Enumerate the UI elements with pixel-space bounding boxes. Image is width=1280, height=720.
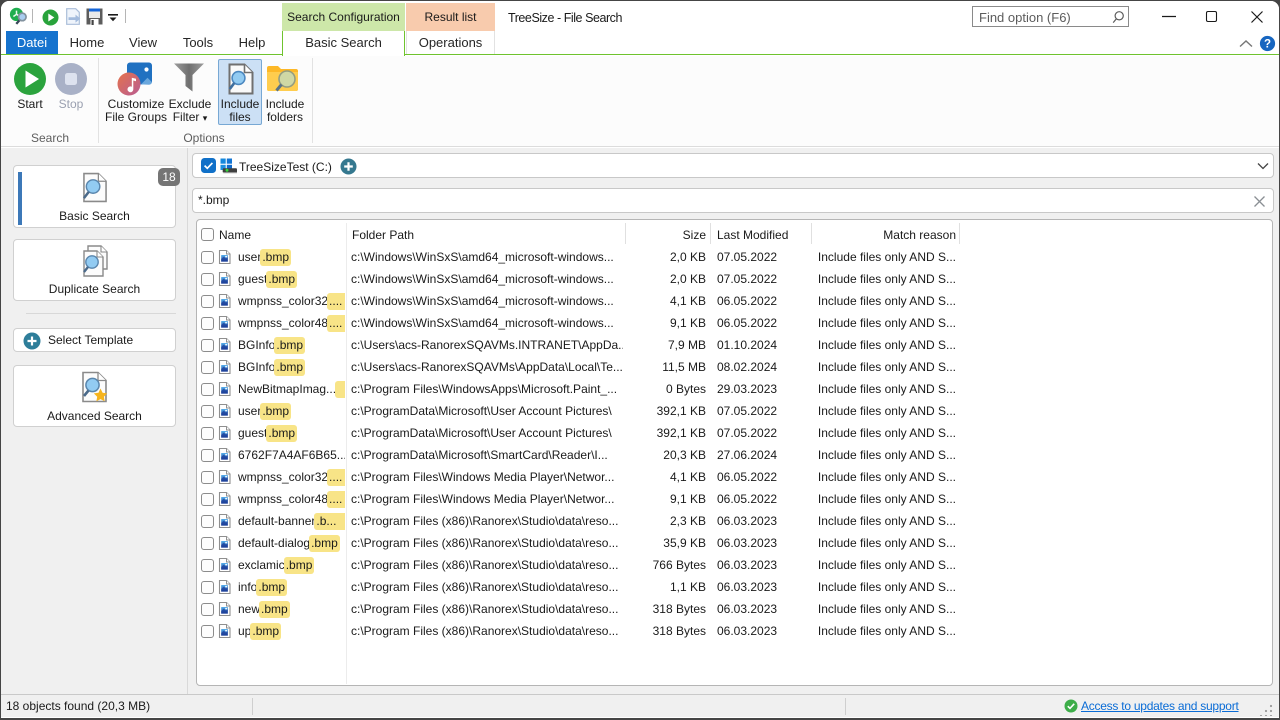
svg-text:?: ? — [1264, 38, 1271, 50]
